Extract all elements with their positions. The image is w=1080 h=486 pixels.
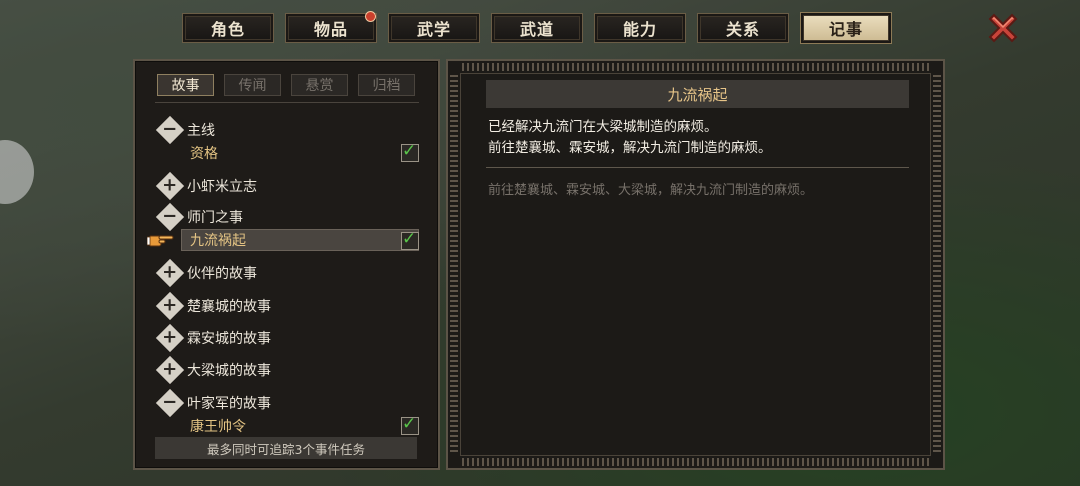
tab-label: 关系 (725, 20, 760, 39)
expand-icon: + (155, 258, 185, 288)
close-icon[interactable] (985, 10, 1021, 46)
quest-label: 九流祸起 (190, 233, 246, 249)
expand-icon: + (155, 323, 185, 353)
tab-label: 武学 (416, 20, 451, 39)
collapse-icon: − (155, 115, 185, 145)
group-sect-affairs[interactable]: − 师门之事 (155, 202, 243, 232)
quest-item[interactable]: 资格 (190, 142, 218, 164)
tab-items[interactable]: 物品 (285, 11, 377, 43)
group-label: 叶家军的故事 (187, 396, 271, 412)
quest-label: 资格 (190, 146, 218, 162)
group-chuxiang[interactable]: + 楚襄城的故事 (155, 291, 271, 321)
track-checkbox[interactable] (401, 229, 419, 250)
collapse-icon: − (155, 202, 185, 232)
track-checkbox[interactable] (401, 141, 419, 162)
group-label: 师门之事 (187, 210, 243, 226)
frame-ornament (933, 75, 941, 454)
tab-martial-arts[interactable]: 武学 (388, 13, 480, 43)
frame-ornament (462, 458, 929, 466)
subtab-archive[interactable]: 归档 (358, 74, 415, 96)
tab-label: 角色 (210, 20, 245, 39)
group-label: 楚襄城的故事 (187, 299, 271, 315)
tab-martial-way[interactable]: 武道 (491, 13, 583, 43)
group-label: 伙伴的故事 (187, 266, 257, 282)
tab-label: 物品 (313, 20, 348, 39)
quest-list-panel: 故事 传闻 悬赏 归档 − 主线 资格 + 小虾米立志 − 师门之事 九流祸起 … (133, 59, 440, 470)
tab-character[interactable]: 角色 (182, 13, 274, 43)
quest-detail-panel: 九流祸起 已经解决九流门在大梁城制造的麻烦。 前往楚襄城、霖安城，解决九流门制造… (446, 59, 945, 470)
group-label: 小虾米立志 (187, 179, 257, 195)
subtab-story[interactable]: 故事 (157, 74, 214, 96)
frame-ornament (462, 63, 929, 71)
group-label: 霖安城的故事 (187, 331, 271, 347)
quest-description: 已经解决九流门在大梁城制造的麻烦。 前往楚襄城、霖安城，解决九流门制造的麻烦。 (488, 117, 772, 159)
group-linan[interactable]: + 霖安城的故事 (155, 323, 271, 353)
group-daliang[interactable]: + 大梁城的故事 (155, 355, 271, 385)
group-xiaoxiami[interactable]: + 小虾米立志 (155, 171, 257, 201)
description-line: 前往楚襄城、霖安城，解决九流门制造的麻烦。 (488, 140, 772, 156)
expand-icon: + (155, 291, 185, 321)
divider (486, 167, 909, 168)
main-tabs: 角色 物品 武学 武道 能力 关系 记事 (182, 11, 892, 45)
tab-label: 武道 (519, 20, 554, 39)
pointing-hand-icon (147, 235, 174, 247)
description-line: 已经解决九流门在大梁城制造的麻烦。 (488, 119, 718, 135)
group-main-story[interactable]: − 主线 (155, 115, 215, 145)
group-label: 主线 (187, 123, 215, 139)
divider (155, 102, 419, 103)
notification-badge (365, 11, 376, 22)
tab-abilities[interactable]: 能力 (594, 13, 686, 43)
expand-icon: + (155, 171, 185, 201)
quest-item[interactable]: 康王帅令 (190, 415, 246, 437)
expand-icon: + (155, 355, 185, 385)
tab-label: 能力 (622, 20, 657, 39)
quest-title: 九流祸起 (486, 80, 909, 108)
subtab-rumors[interactable]: 传闻 (224, 74, 281, 96)
collapse-icon: − (155, 388, 185, 418)
tracking-limit-note: 最多同时可追踪3个事件任务 (155, 437, 417, 459)
quest-label: 康王帅令 (190, 419, 246, 435)
quest-item-selected[interactable]: 九流祸起 (181, 229, 419, 251)
quest-history-note: 前往楚襄城、霖安城、大梁城，解决九流门制造的麻烦。 (488, 183, 814, 198)
journal-subtabs: 故事 传闻 悬赏 归档 (157, 74, 415, 96)
group-companions[interactable]: + 伙伴的故事 (155, 258, 257, 288)
group-yejiajun[interactable]: − 叶家军的故事 (155, 388, 271, 418)
tab-journal[interactable]: 记事 (800, 12, 892, 44)
track-checkbox[interactable] (401, 414, 419, 435)
tab-relations[interactable]: 关系 (697, 13, 789, 43)
frame-ornament (450, 75, 458, 454)
subtab-bounties[interactable]: 悬赏 (291, 74, 348, 96)
group-label: 大梁城的故事 (187, 363, 271, 379)
tab-label: 记事 (828, 20, 863, 39)
